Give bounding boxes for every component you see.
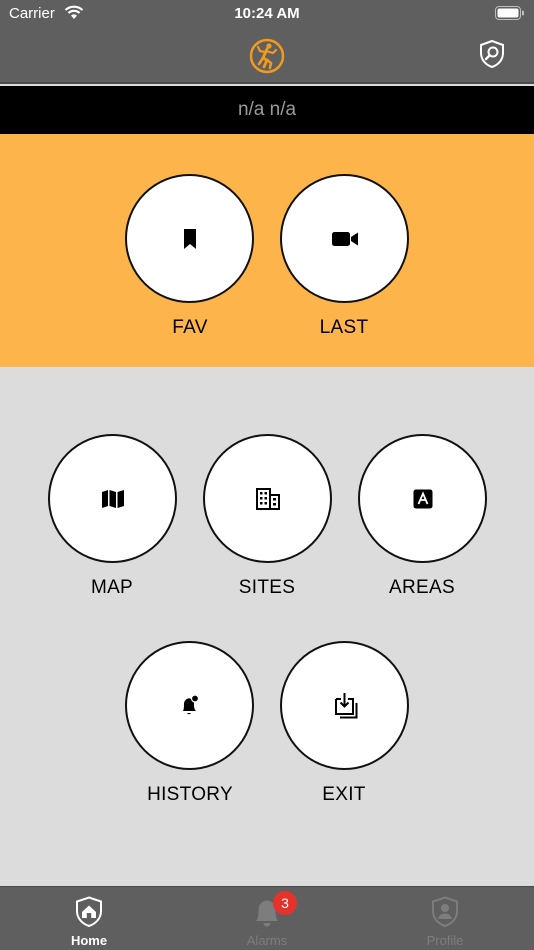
bell-history-icon	[182, 693, 199, 714]
history-label: HISTORY	[147, 784, 233, 805]
areas-button[interactable]	[358, 434, 487, 563]
home-shield-icon	[76, 896, 102, 928]
tab-home[interactable]: Home	[0, 887, 178, 950]
runner-logo-icon	[249, 38, 285, 74]
user-name-bar: n/a n/a	[0, 86, 534, 134]
building-icon	[255, 487, 280, 510]
user-name: n/a n/a	[237, 99, 297, 120]
map-label: MAP	[90, 577, 134, 598]
tab-home-label: Home	[70, 933, 108, 948]
fav-button[interactable]	[125, 174, 254, 303]
tab-alarms-label: Alarms	[246, 933, 288, 948]
shield-search-icon[interactable]	[478, 39, 506, 69]
area-a-icon	[413, 489, 432, 508]
sites-button[interactable]	[203, 434, 332, 563]
exit-button[interactable]	[280, 641, 409, 770]
profile-shield-icon	[432, 896, 458, 928]
sites-label: SITES	[238, 577, 296, 598]
tab-alarms[interactable]: Alarms	[178, 887, 356, 950]
status-bar: Carrier 10:24 AM	[0, 0, 534, 28]
map-icon	[101, 489, 124, 508]
fav-label: FAV	[172, 317, 208, 338]
exit-download-icon	[334, 692, 357, 718]
map-button[interactable]	[48, 434, 177, 563]
history-button[interactable]	[125, 641, 254, 770]
last-label: LAST	[319, 317, 369, 338]
header	[0, 28, 534, 84]
battery-icon	[495, 6, 524, 20]
clock: 10:24 AM	[234, 5, 300, 22]
alarms-badge: 3	[273, 891, 297, 915]
last-button[interactable]	[280, 174, 409, 303]
areas-label: AREAS	[389, 577, 455, 598]
tab-profile[interactable]: Profile	[356, 887, 534, 950]
tab-bar: Home Alarms Profile	[0, 886, 534, 950]
bookmark-icon	[183, 228, 196, 249]
video-camera-icon	[331, 231, 358, 246]
tab-profile-label: Profile	[426, 933, 464, 948]
exit-label: EXIT	[322, 784, 366, 805]
